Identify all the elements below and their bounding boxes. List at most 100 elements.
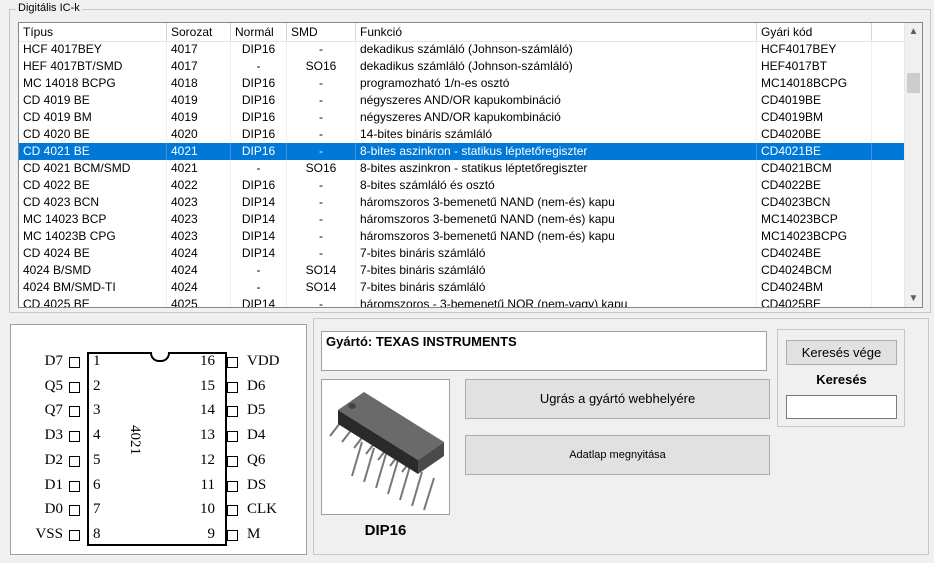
column-header-smd[interactable]: SMD [287,23,356,41]
table-cell: - [231,160,287,177]
table-row[interactable]: MC 14023 BCP 4023 DIP14- háromszoros 3-beme… [19,211,905,228]
table-cell: MC 14023 BCP [19,211,167,228]
search-input[interactable] [786,395,897,419]
pinout-diagram: 4021 D7 1 Q5 2 Q7 3 D3 4 D2 5 D1 6 D0 7 VSS 8 16 VDD 15 D6 1… [10,324,307,555]
table-cell: CD4019BM [757,109,872,126]
column-header-function[interactable]: Funkció [356,23,757,41]
table-cell: háromszoros 3-bemenetű NAND (nem-és) kap… [356,228,757,245]
table-cell [872,211,905,228]
table-cell: - [231,279,287,296]
vertical-scrollbar[interactable]: ▲ ▼ [904,23,922,307]
table-cell: MC14023BCPG [757,228,872,245]
table-cell: 4021 [167,143,231,160]
table-cell: 4021 [167,160,231,177]
pin-name-left: D2 [44,451,63,468]
table-cell: CD4024BCM [757,262,872,279]
table-row[interactable]: CD 4019 BM 4019 DIP16- négyszeres AND/OR ka… [19,109,905,126]
table-cell: 4024 [167,262,231,279]
column-header-series[interactable]: Sorozat [167,23,231,41]
pin-name-left: D7 [44,353,63,369]
table-cell: CD 4021 BE [19,143,167,160]
pin-square [69,381,80,393]
table-cell: - [287,41,356,58]
column-header-type[interactable]: Típus [19,23,167,41]
table-cell: 4023 [167,211,231,228]
table-row[interactable]: HCF 4017BEY 4017 DIP16- dekadikus számláló … [19,41,905,58]
table-cell: DIP14 [231,245,287,262]
scrollbar-thumb[interactable] [907,73,920,93]
table-cell [872,160,905,177]
table-cell: 4017 [167,58,231,75]
table-cell: DIP14 [231,211,287,228]
pin-square [227,406,238,418]
end-search-button[interactable]: Keresés vége [786,340,897,365]
table-cell: 8-bites számláló és osztó [356,177,757,194]
pin-number-left: 8 [93,525,101,542]
chevron-up-icon[interactable]: ▲ [905,23,922,40]
pin-number-right: 9 [207,525,216,542]
table-cell: 4024 [167,279,231,296]
pin-number-left: 5 [93,451,101,468]
table-row[interactable]: 4024 B/SMD 4024- SO14 7-bites bináris száml… [19,262,905,279]
open-datasheet-button[interactable]: Adatlap megnyitása [465,435,770,475]
pin-number-right: 13 [200,427,215,444]
table-cell: DIP16 [231,177,287,194]
table-cell: 4023 [167,194,231,211]
table-cell: SO16 [287,58,356,75]
chevron-down-icon[interactable]: ▼ [905,290,922,307]
pin-name-left: Q7 [44,402,63,419]
group-title: Digitális IC-k [16,2,82,14]
table-cell: DIP16 [231,75,287,92]
table-cell [872,177,905,194]
table-cell: CD 4023 BCN [19,194,167,211]
table-row[interactable]: MC 14018 BCPG 4018 DIP16- programozható 1/n… [19,75,905,92]
column-header-normal[interactable]: Normál [231,23,287,41]
table-cell: CD4021BE [757,143,872,160]
goto-manufacturer-site-button[interactable]: Ugrás a gyártó webhelyére [465,379,770,419]
table-cell: háromszoros - 3-bemenetű NOR (nem-vagy) … [356,296,757,307]
table-cell: 4022 [167,177,231,194]
table-cell: DIP16 [231,126,287,143]
table-cell: négyszeres AND/OR kapukombináció [356,109,757,126]
table-row[interactable]: 4024 BM/SMD-TI 4024- SO14 7-bites bináris s… [19,279,905,296]
pin-square [69,431,80,443]
table-cell: MC 14023B CPG [19,228,167,245]
table-row[interactable]: CD 4023 BCN 4023 DIP14- háromszoros 3-bemen… [19,194,905,211]
table-row[interactable]: CD 4021 BCM/SMD 4021- SO16 8-bites aszinkro… [19,160,905,177]
dip-chip-image [329,392,444,511]
pin-name-left: D3 [44,427,63,444]
table-cell: - [287,143,356,160]
table-row[interactable]: CD 4025 BE 4025 DIP14- háromszoros - 3-beme… [19,296,905,307]
table-cell: - [287,126,356,143]
table-row[interactable]: HEF 4017BT/SMD 4017- SO16 dekadikus számlál… [19,58,905,75]
pin-name-right: M [247,525,261,542]
table-cell [872,75,905,92]
table-cell: 7-bites bináris számláló [356,279,757,296]
ic-list-view[interactable]: Típus Sorozat Normál SMD Funkció Gyári k… [18,22,923,308]
table-cell: CD4023BCN [757,194,872,211]
table-row[interactable]: CD 4019 BE 4019 DIP16- négyszeres AND/OR ka… [19,92,905,109]
pin-name-left: D1 [44,476,63,493]
table-cell: - [287,75,356,92]
table-row[interactable]: CD 4022 BE 4022 DIP16-8-bites számláló és … [19,177,905,194]
pin-name-right: DS [247,476,267,493]
table-cell: háromszoros 3-bemenetű NAND (nem-és) kap… [356,211,757,228]
pin-square [227,455,238,467]
table-cell: SO16 [287,160,356,177]
column-header-spacer [872,23,905,41]
table-cell: DIP14 [231,194,287,211]
table-cell: SO14 [287,279,356,296]
table-cell: - [287,92,356,109]
table-row[interactable]: CD 4020 BE 4020 DIP16-14-bites bináris szá… [19,126,905,143]
table-row[interactable]: CD 4021 BE 4021 DIP16-8-bites aszinkron - … [19,143,905,160]
table-cell [872,262,905,279]
column-header-code[interactable]: Gyári kód [757,23,872,41]
pin-square [227,480,238,492]
chip-photo [321,379,450,515]
table-cell: 4018 [167,75,231,92]
table-cell [872,279,905,296]
pin-name-left: Q5 [44,377,63,394]
table-cell: SO14 [287,262,356,279]
table-row[interactable]: CD 4024 BE 4024 DIP14-7-bites bináris szám… [19,245,905,262]
table-row[interactable]: MC 14023B CPG 4023 DIP14- háromszoros 3-bem… [19,228,905,245]
